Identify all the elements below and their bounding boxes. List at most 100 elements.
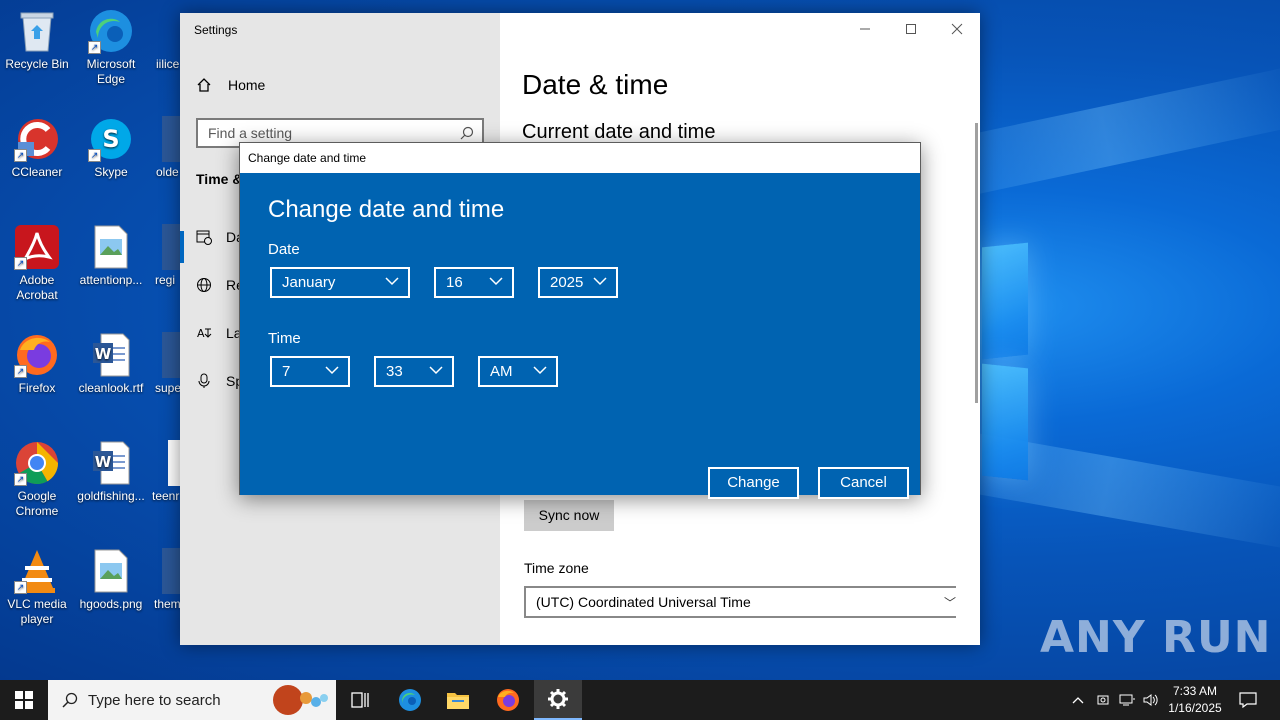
notifications-button[interactable] <box>1232 680 1264 720</box>
hour-dropdown[interactable]: 7 <box>270 356 350 387</box>
word-doc-icon: W <box>88 440 134 486</box>
chevron-down-icon <box>429 366 443 375</box>
month-dropdown[interactable]: January <box>270 267 410 298</box>
change-date-time-dialog: Change date and time Change date and tim… <box>239 142 921 499</box>
nav-item-speech[interactable]: Sp <box>196 373 243 389</box>
svg-text:W: W <box>95 453 112 471</box>
word-doc-icon: W <box>88 332 134 378</box>
desktop-icon-label: Recycle Bin <box>5 57 69 71</box>
search-icon <box>460 126 474 140</box>
ampm-dropdown[interactable]: AM <box>478 356 558 387</box>
dialog-window-title: Change date and time <box>248 151 367 165</box>
search-icon <box>62 692 78 708</box>
close-button[interactable] <box>934 13 980 45</box>
word-doc-icon <box>162 332 180 378</box>
minimize-button[interactable] <box>842 13 888 45</box>
chevron-down-icon <box>385 277 399 286</box>
recycle-bin-icon <box>14 8 60 54</box>
skype-icon: S ↗ <box>88 116 134 162</box>
windows-start-icon <box>15 691 33 709</box>
desktop-icon-microsoft-edge[interactable]: ↗ Microsoft Edge <box>74 8 148 87</box>
nav-item-region[interactable]: Re <box>196 277 244 293</box>
sync-now-button[interactable]: Sync now <box>524 500 614 531</box>
desktop-icon-label: Adobe Acrobat <box>16 273 58 302</box>
timezone-label: Time zone <box>524 560 589 576</box>
search-highlight-icon <box>273 685 328 715</box>
desktop-icon-label: goldfishing... <box>77 489 145 503</box>
vlc-icon: ↗ <box>14 548 60 594</box>
minute-value: 33 <box>386 363 403 380</box>
desktop-icon-skype[interactable]: S ↗ Skype <box>74 116 148 180</box>
globe-icon <box>196 277 212 293</box>
desktop-icon-attentionp[interactable]: attentionp... <box>74 224 148 288</box>
taskbar-firefox[interactable] <box>484 680 532 720</box>
cancel-button[interactable]: Cancel <box>818 467 909 499</box>
taskbar-file-explorer[interactable] <box>434 680 482 720</box>
taskbar-clock[interactable]: 7:33 AM 1/16/2025 <box>1162 683 1228 717</box>
desktop-icon-vlc[interactable]: ↗ VLC media player <box>0 548 74 627</box>
selected-indicator <box>180 231 184 263</box>
nav-item-language[interactable]: A La <box>196 325 242 341</box>
desktop-icon-firefox[interactable]: ↗ Firefox <box>0 332 74 396</box>
nav-item-date-time[interactable]: Da <box>196 229 244 245</box>
timezone-value: (UTC) Coordinated Universal Time <box>536 594 751 610</box>
network-tray-button[interactable] <box>1116 680 1138 720</box>
desktop-icon-ccleaner[interactable]: ↗ CCleaner <box>0 116 74 180</box>
show-hidden-icons-button[interactable] <box>1068 680 1088 720</box>
folder-icon <box>447 693 469 709</box>
edge-icon <box>399 689 421 711</box>
desktop-icon-google-chrome[interactable]: ↗ Google Chrome <box>0 440 74 519</box>
image-file-icon <box>88 224 134 270</box>
ampm-value: AM <box>490 363 513 380</box>
scrollbar[interactable] <box>975 123 978 403</box>
start-button[interactable] <box>0 680 48 720</box>
notification-icon <box>1239 692 1257 708</box>
network-icon <box>1119 694 1135 706</box>
chevron-down-icon <box>489 277 503 286</box>
day-dropdown[interactable]: 16 <box>434 267 514 298</box>
desktop-icon-adobe-acrobat[interactable]: ↗ Adobe Acrobat <box>0 224 74 303</box>
minimize-icon <box>860 28 870 30</box>
desktop-icon-label: hgoods.png <box>79 597 143 611</box>
desktop-icon-cleanlook[interactable]: W cleanlook.rtf <box>74 332 148 396</box>
page-title: Date & time <box>522 69 669 100</box>
timezone-select[interactable]: (UTC) Coordinated Universal Time ﹀ <box>524 586 956 618</box>
year-dropdown[interactable]: 2025 <box>538 267 618 298</box>
taskbar-search-box[interactable]: Type here to search <box>48 680 336 720</box>
chevron-down-icon <box>325 366 339 375</box>
desktop-icon-goldfishing[interactable]: W goldfishing... <box>74 440 148 504</box>
desktop-icon-label: Firefox <box>18 381 56 395</box>
home-icon <box>197 78 211 92</box>
section-title: Current date and time <box>522 121 716 143</box>
clock-time: 7:33 AM <box>1172 684 1218 698</box>
edge-icon: ↗ <box>88 8 134 54</box>
image-file-icon <box>88 548 134 594</box>
desktop-icon-recycle-bin[interactable]: Recycle Bin <box>0 8 74 72</box>
search-placeholder: Find a setting <box>208 125 293 141</box>
taskbar-settings[interactable] <box>534 680 582 720</box>
task-view-button[interactable] <box>336 680 384 720</box>
device-tray-button[interactable] <box>1092 680 1114 720</box>
minute-dropdown[interactable]: 33 <box>374 356 454 387</box>
desktop-icon-label: Google Chrome <box>15 489 59 518</box>
desktop-icon-label: attentionp... <box>79 273 143 287</box>
taskbar-edge[interactable] <box>386 680 434 720</box>
volume-tray-button[interactable] <box>1140 680 1162 720</box>
desktop-icon-label: cleanlook.rtf <box>78 381 144 395</box>
section-label: Time & <box>196 171 243 187</box>
svg-text:S: S <box>102 125 119 153</box>
change-button[interactable]: Change <box>708 467 799 499</box>
task-view-icon <box>351 692 369 708</box>
chevron-down-icon <box>533 366 547 375</box>
desktop-icon-hgoods[interactable]: hgoods.png <box>74 548 148 612</box>
clock-date: 1/16/2025 <box>1168 701 1222 715</box>
taskbar: Type here to search 7:33 AM 1/16/2025 <box>0 680 1280 720</box>
desktop-icon-label: Skype <box>94 165 128 179</box>
calendar-clock-icon <box>196 229 212 245</box>
maximize-button[interactable] <box>888 13 934 45</box>
home-nav-item[interactable]: Home <box>196 77 265 93</box>
windows-logo-pane <box>982 242 1028 360</box>
taskbar-search-placeholder: Type here to search <box>88 691 221 709</box>
firefox-icon <box>497 689 519 711</box>
anyrun-watermark: ANY RUN <box>1040 612 1272 663</box>
